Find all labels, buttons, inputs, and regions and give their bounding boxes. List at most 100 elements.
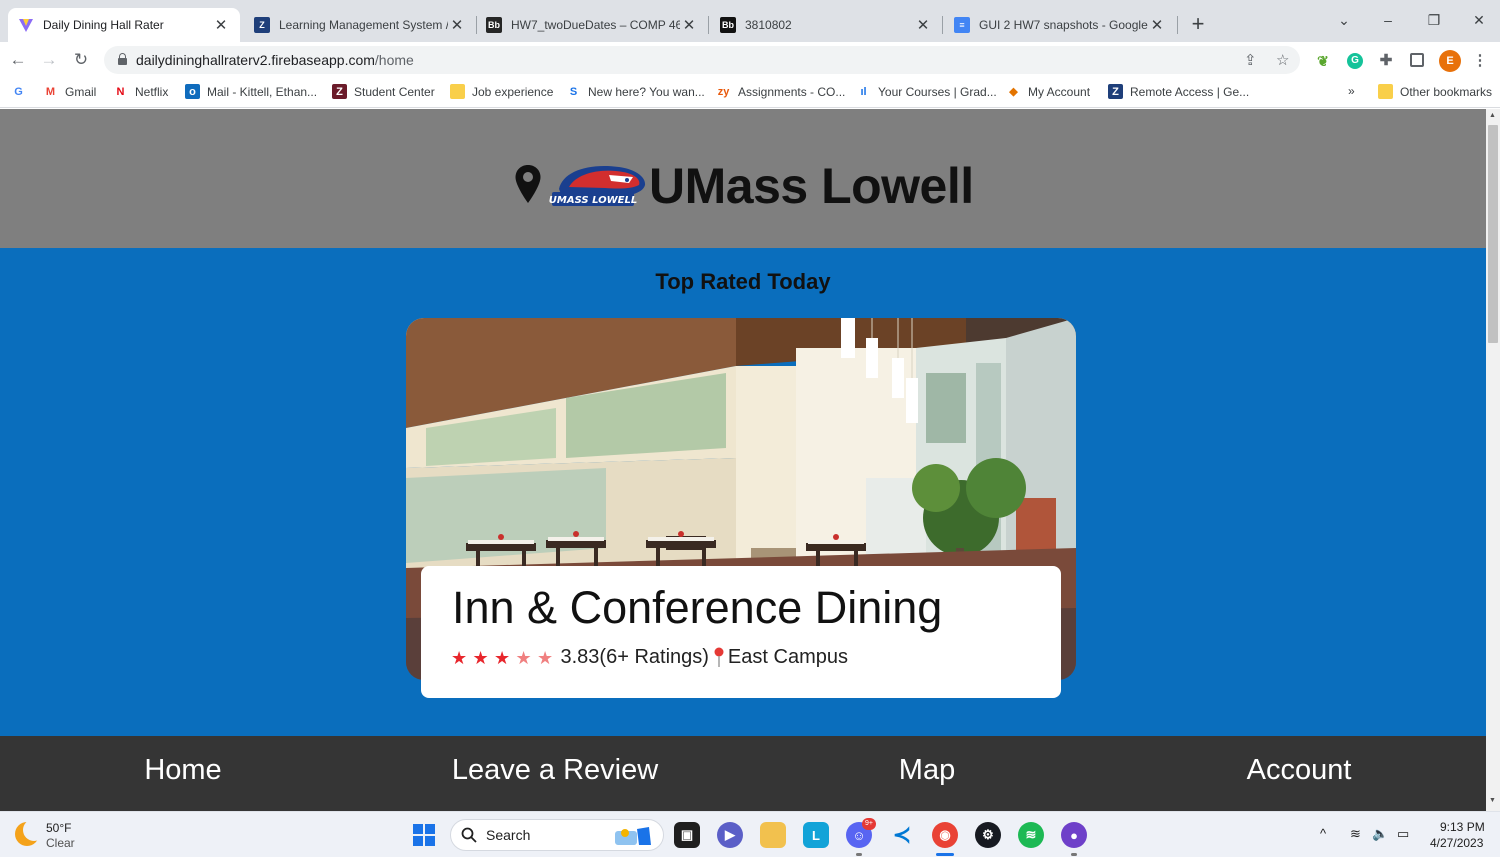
bookmark-label: Assignments - CO... <box>738 84 846 99</box>
new-tab-button[interactable]: + <box>1186 13 1210 37</box>
nav-home[interactable]: Home <box>144 754 221 787</box>
lock-icon[interactable] <box>118 53 127 65</box>
blackboard-icon: Bb <box>486 17 502 33</box>
profile-avatar[interactable]: E <box>1439 50 1461 72</box>
other-bookmarks[interactable]: Other bookmarks <box>1378 84 1492 99</box>
tab-3810802[interactable]: Bb 3810802 ✕ <box>710 8 942 42</box>
tab-title: GUI 2 HW7 snapshots - Google D <box>979 18 1148 32</box>
weather-temp[interactable]: 50°F <box>46 821 71 835</box>
chrome-icon[interactable]: ◉ <box>932 822 958 848</box>
taskbar-search[interactable]: Search <box>450 819 664 851</box>
nav-account[interactable]: Account <box>1247 754 1352 787</box>
scroll-down-icon[interactable]: ▼ <box>1489 797 1496 804</box>
featured-info-card[interactable]: Inn & Conference Dining ★ ★ ★ ★ ★ 3.83(6+ Ra… <box>421 566 1061 698</box>
reload-button[interactable]: ↻ <box>70 50 92 70</box>
nav-leave-a-review[interactable]: Leave a Review <box>452 754 658 787</box>
close-icon[interactable]: ✕ <box>680 16 698 34</box>
page-scrollbar[interactable]: ▲ ▼ <box>1486 109 1500 811</box>
close-icon[interactable]: ✕ <box>448 16 466 34</box>
running-indicator <box>856 853 862 856</box>
tab-daily-dining-hall-rater[interactable]: Daily Dining Hall Rater ✕ <box>8 8 240 42</box>
back-button[interactable]: ← <box>7 50 29 70</box>
url-host: dailydininghallraterv2.firebaseapp.com <box>136 52 375 68</box>
bookmark-label: My Account <box>1028 84 1091 99</box>
share-icon[interactable]: ⇪ <box>1244 51 1257 69</box>
task-view-icon[interactable]: ▣ <box>674 822 700 848</box>
bookmark-mail[interactable]: o Mail - Kittell, Ethan... <box>185 84 317 99</box>
s-logo-icon: S <box>569 85 578 98</box>
bookmark-your-courses[interactable]: ıl Your Courses | Grad... <box>856 84 996 99</box>
wifi-icon[interactable]: ≋ <box>1350 826 1361 842</box>
bookmark-label: Job experience <box>472 84 554 99</box>
tab-hw7-twoduedates[interactable]: Bb HW7_twoDueDates – COMP 462( ✕ <box>476 8 708 42</box>
dining-hall-name[interactable]: Inn & Conference Dining <box>452 582 942 634</box>
file-explorer-icon[interactable] <box>760 822 786 848</box>
tab-learning-management[interactable]: Z Learning Management System / ( ✕ <box>244 8 476 42</box>
site-header: UMASS LOWELL UMass Lowell <box>0 109 1486 248</box>
netflix-icon: N <box>116 85 125 98</box>
tab-gui2-hw7-snapshots[interactable]: ≡ GUI 2 HW7 snapshots - Google D ✕ <box>944 8 1176 42</box>
vite-icon <box>18 17 34 33</box>
steam-icon[interactable]: ⚙ <box>975 822 1001 848</box>
extension-leaf-icon[interactable]: ❦ <box>1315 53 1331 69</box>
bookmark-gmail[interactable]: M Gmail <box>43 84 96 99</box>
restore-button[interactable]: ❐ <box>1422 12 1446 29</box>
extensions-puzzle-icon[interactable]: ✚ <box>1378 53 1394 69</box>
windows-start-icon[interactable] <box>413 824 435 846</box>
bookmark-label: New here? You wan... <box>588 84 705 99</box>
bookmark-job-experience[interactable]: Job experience <box>450 84 553 99</box>
tab-title: HW7_twoDueDates – COMP 462( <box>511 18 680 32</box>
bookmarks-bar: G M Gmail N Netflix o Mail - Kittell, Ethan… <box>0 78 1500 108</box>
scroll-thumb[interactable] <box>1488 125 1498 343</box>
bookmark-assignments[interactable]: zy Assignments - CO... <box>716 84 846 99</box>
docs-icon: ≡ <box>954 17 970 33</box>
spotify-icon[interactable]: ≋ <box>1018 822 1044 848</box>
close-window-button[interactable]: ✕ <box>1467 12 1491 29</box>
star-rating: ★ ★ ★ ★ ★ <box>451 648 559 668</box>
google-icon[interactable]: G <box>11 84 33 99</box>
bookmarks-overflow-button[interactable]: » <box>1348 84 1355 98</box>
battery-icon[interactable]: ▭ <box>1397 826 1409 842</box>
grammarly-icon[interactable]: G <box>1347 53 1363 69</box>
tray-overflow-icon[interactable]: ^ <box>1320 826 1326 841</box>
bookmark-my-account[interactable]: ◆ My Account <box>1006 84 1090 99</box>
github-desktop-icon[interactable]: ● <box>1061 822 1087 848</box>
bookmark-label: Netflix <box>135 84 169 99</box>
nav-map[interactable]: Map <box>899 754 955 787</box>
umass-icon: Z <box>332 84 347 99</box>
bookmark-netflix[interactable]: N Netflix <box>113 84 169 99</box>
tab-divider <box>1177 16 1178 34</box>
l-app-icon[interactable]: L <box>803 822 829 848</box>
forward-button[interactable]: → <box>38 50 60 70</box>
close-icon[interactable]: ✕ <box>914 16 932 34</box>
folder-icon <box>450 84 465 99</box>
bookmark-student-center[interactable]: Z Student Center <box>332 84 435 99</box>
browser-tabstrip: Daily Dining Hall Rater ✕ Z Learning Man… <box>0 0 1500 42</box>
rating-text: 3.83(6+ Ratings) <box>560 646 709 668</box>
tab-search-icon[interactable]: ⌄ <box>1332 12 1356 29</box>
close-icon[interactable]: ✕ <box>212 16 230 34</box>
address-bar[interactable]: dailydininghallraterv2.firebaseapp.com/h… <box>104 46 1300 74</box>
volume-icon[interactable]: 🔈 <box>1372 826 1388 842</box>
bottom-nav: Home Leave a Review Map Account <box>0 736 1486 811</box>
rating-row: ★ ★ ★ ★ ★ 3.83(6+ Ratings) East Campus <box>451 646 848 669</box>
bookmark-remote-access[interactable]: Z Remote Access | Ge... <box>1108 84 1249 99</box>
moon-weather-icon[interactable] <box>15 819 45 846</box>
clock-time[interactable]: 9:13 PM <box>1440 820 1485 834</box>
side-panel-icon[interactable] <box>1410 53 1424 67</box>
diamond-icon: ◆ <box>1009 86 1018 98</box>
scroll-up-icon[interactable]: ▲ <box>1489 112 1496 119</box>
weather-desc[interactable]: Clear <box>46 836 75 850</box>
star-icon: ★ <box>494 647 511 668</box>
bookmark-new-here[interactable]: S New here? You wan... <box>566 84 705 99</box>
logo-text: UMASS LOWELL <box>549 195 637 206</box>
tab-title: Learning Management System / ( <box>279 18 448 32</box>
bookmark-label: Student Center <box>354 84 435 99</box>
vscode-icon[interactable]: ≺ <box>889 822 915 848</box>
menu-kebab-icon[interactable]: ⋮ <box>1472 53 1488 69</box>
clock-date[interactable]: 4/27/2023 <box>1430 836 1483 850</box>
close-icon[interactable]: ✕ <box>1148 16 1166 34</box>
minimize-button[interactable]: – <box>1376 12 1400 28</box>
bookmark-star-icon[interactable]: ☆ <box>1276 51 1289 69</box>
teams-chat-icon[interactable]: ▶ <box>717 822 743 848</box>
